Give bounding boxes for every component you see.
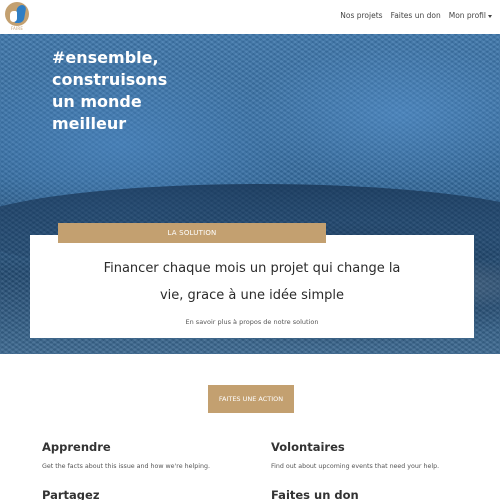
logo-icon: [5, 2, 29, 26]
hero-title-line: #ensemble,: [52, 48, 159, 67]
hero-title-line: meilleur: [52, 114, 127, 133]
nav-item-profile[interactable]: Mon profil: [449, 11, 492, 20]
feature-text: Find out about upcoming events that need…: [271, 463, 440, 470]
solution-tab: LA SOLUTION: [58, 223, 326, 243]
feature-learn: Apprendre Get the facts about this issue…: [42, 440, 242, 470]
feature-title[interactable]: Faites un don: [271, 488, 471, 500]
logo-wordmark: FAIRE: [10, 26, 24, 31]
nav-item-donate[interactable]: Faites un don: [391, 11, 441, 20]
chevron-down-icon: [488, 14, 492, 18]
feature-donate: Faites un don: [271, 488, 471, 500]
nav-item-profile-label: Mon profil: [448, 11, 486, 20]
feature-volunteers: Volontaires Find out about upcoming even…: [271, 440, 471, 470]
feature-title[interactable]: Apprendre: [42, 440, 242, 454]
take-action-button[interactable]: FAITES UNE ACTION: [208, 385, 294, 413]
solution-title-line: Financer chaque mois un projet qui chang…: [103, 261, 401, 276]
solution-title-line: vie, grace à une idée simple: [159, 288, 345, 303]
solution-title: Financer chaque mois un projet qui chang…: [30, 255, 474, 309]
feature-text: Get the facts about this issue and how w…: [42, 463, 210, 470]
feature-share: Partagez: [42, 488, 242, 500]
feature-title[interactable]: Volontaires: [271, 440, 471, 454]
solution-learn-more-link[interactable]: En savoir plus à propos de notre solutio…: [30, 318, 474, 326]
hero-title-line: un monde: [52, 92, 142, 111]
nav-links: Nos projets Faites un don Mon profil: [340, 11, 492, 20]
hero-title-line: construisons: [52, 70, 168, 89]
nav-item-projects[interactable]: Nos projets: [340, 11, 382, 20]
logo[interactable]: FAIRE: [4, 2, 30, 32]
feature-title[interactable]: Partagez: [42, 488, 242, 500]
navbar: FAIRE Nos projets Faites un don Mon prof…: [0, 0, 500, 34]
hero-title: #ensemble, construisons un monde meilleu…: [52, 47, 212, 135]
